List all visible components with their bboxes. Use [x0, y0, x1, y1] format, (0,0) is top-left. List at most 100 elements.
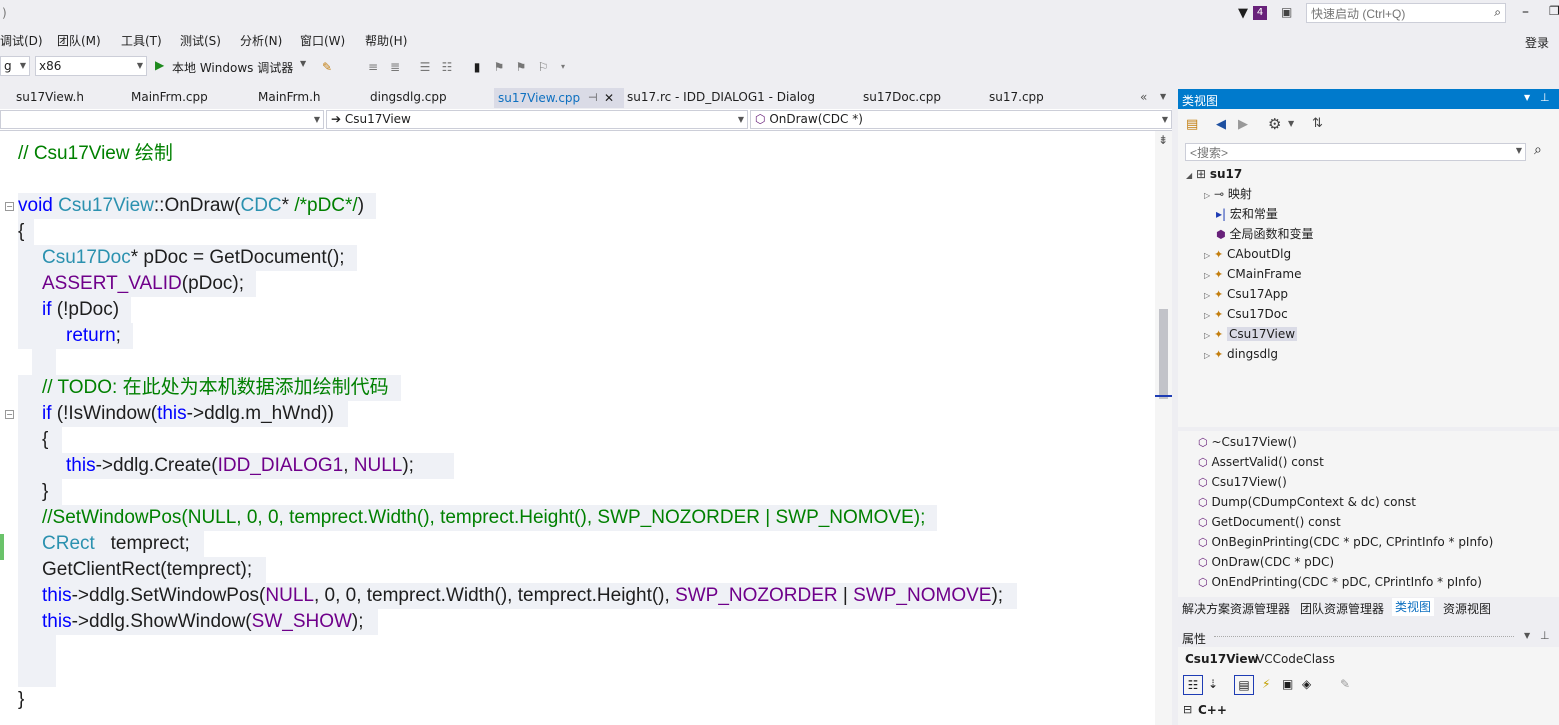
play-icon[interactable]: ▶	[155, 58, 164, 72]
tree-project-su17[interactable]: ◢ ⊞ su17	[1186, 165, 1242, 183]
uncomment-icon[interactable]: ☷	[440, 60, 454, 74]
outdent-icon[interactable]: ≣	[388, 60, 402, 74]
tab-su17-cpp[interactable]: su17.cpp	[989, 90, 1044, 104]
login-link[interactable]: 登录	[1525, 34, 1549, 51]
chevron-down-icon[interactable]: ▼	[1516, 146, 1522, 155]
menu-help[interactable]: 帮助(H)	[365, 32, 407, 49]
scope-dropdown[interactable]: ▼	[0, 110, 324, 129]
messages-icon[interactable]: ▣	[1282, 677, 1293, 691]
close-icon[interactable]: ✕	[604, 88, 614, 108]
tab-team-explorer[interactable]: 团队资源管理器	[1300, 600, 1384, 617]
new-folder-icon[interactable]: ▤	[1186, 117, 1198, 132]
chevron-down-icon[interactable]: ▼	[1524, 93, 1530, 102]
expand-icon[interactable]: ▷	[1204, 351, 1210, 360]
tree-class-dingsdlg[interactable]: ▷ ✦ dingsdlg	[1204, 345, 1278, 363]
tab-dingsdlg-cpp[interactable]: dingsdlg.cpp	[370, 90, 447, 104]
expand-icon[interactable]: ▷	[1204, 271, 1210, 280]
scrollbar-thumb[interactable]	[1159, 309, 1168, 399]
notification-flag-icon[interactable]: ▣	[1281, 5, 1292, 19]
tab-su17view-cpp[interactable]: su17View.cpp ⊣ ✕	[494, 88, 624, 108]
forward-icon[interactable]: ▶	[1238, 117, 1248, 132]
find-icon[interactable]: ✎	[320, 60, 334, 74]
tab-mainfrm-cpp[interactable]: MainFrm.cpp	[131, 90, 208, 104]
chevron-down-icon[interactable]: ▼	[300, 59, 306, 68]
tree-item-macros[interactable]: ▸| 宏和常量	[1216, 205, 1278, 223]
member-item[interactable]: ⬡ ~Csu17View()	[1198, 433, 1297, 451]
pin-icon[interactable]: ⊥	[1540, 91, 1550, 104]
menu-test[interactable]: 测试(S)	[180, 32, 221, 49]
quick-launch-box[interactable]: ⌕	[1306, 3, 1506, 23]
tab-mainfrm-h[interactable]: MainFrm.h	[258, 90, 321, 104]
notification-badge[interactable]: 4	[1253, 6, 1267, 20]
collapse-icon[interactable]: ⊟	[1183, 703, 1192, 716]
member-item[interactable]: ⬡ OnEndPrinting(CDC * pDC, CPrintInfo * …	[1198, 573, 1482, 591]
class-dropdown[interactable]: ➔ Csu17View ▼	[326, 110, 748, 129]
gear-icon[interactable]: ⚙	[1268, 115, 1281, 133]
scroll-tabs-left-icon[interactable]: «	[1140, 90, 1147, 104]
indent-icon[interactable]: ≡	[366, 60, 380, 74]
expand-icon[interactable]: ▷	[1204, 311, 1210, 320]
tab-su17doc-cpp[interactable]: su17Doc.cpp	[863, 90, 941, 104]
clear-bookmarks-icon[interactable]: ⚐	[536, 60, 550, 74]
start-debugger-button[interactable]: 本地 Windows 调试器	[172, 59, 293, 76]
tree-item-maps[interactable]: ▷ ⊸ 映射	[1204, 185, 1252, 203]
chevron-down-icon[interactable]: ▼	[1524, 631, 1530, 640]
tab-dropdown-icon[interactable]: ▼	[1160, 92, 1166, 101]
chevron-down-icon[interactable]: ▼	[1288, 119, 1294, 128]
member-dropdown[interactable]: ⬡ OnDraw(CDC *) ▼	[750, 110, 1172, 129]
filter-icon[interactable]: ▼	[1238, 6, 1248, 21]
fold-toggle-icon[interactable]: −	[5, 410, 14, 419]
tree-class-csu17doc[interactable]: ▷ ✦ Csu17Doc	[1204, 305, 1288, 323]
editor-vertical-scrollbar[interactable]: ⇟	[1155, 131, 1172, 725]
tab-resource-view[interactable]: 资源视图	[1443, 600, 1491, 617]
tree-class-caboutdlg[interactable]: ▷ ✦ CAboutDlg	[1204, 245, 1291, 263]
chevron-down-icon[interactable]: ▾	[556, 60, 570, 74]
categorized-icon[interactable]: ☷	[1183, 675, 1203, 695]
expand-icon[interactable]: ▷	[1204, 291, 1210, 300]
menu-debug[interactable]: 调试(D)	[0, 32, 43, 49]
back-icon[interactable]: ◀	[1216, 117, 1226, 132]
next-bookmark-icon[interactable]: ⚑	[514, 60, 528, 74]
config-combo[interactable]: g ▼	[0, 56, 30, 76]
menu-window[interactable]: 窗口(W)	[300, 32, 345, 49]
search-icon[interactable]: ⌕	[1494, 5, 1501, 20]
quick-launch-input[interactable]	[1309, 5, 1483, 23]
class-search-input[interactable]	[1188, 145, 1492, 161]
tab-solution-explorer[interactable]: 解决方案资源管理器	[1182, 600, 1290, 617]
bookmark-icon[interactable]: ▮	[470, 60, 484, 74]
menu-analyze[interactable]: 分析(N)	[240, 32, 282, 49]
tab-su17view-h[interactable]: su17View.h	[16, 90, 84, 104]
split-editor-icon[interactable]: ⇟	[1158, 133, 1168, 147]
comment-icon[interactable]: ☰	[418, 60, 432, 74]
tree-class-csu17app[interactable]: ▷ ✦ Csu17App	[1204, 285, 1288, 303]
property-pages-icon[interactable]: ✎	[1340, 677, 1350, 691]
tab-class-view[interactable]: 类视图	[1392, 598, 1435, 616]
minimize-icon[interactable]: –	[1522, 4, 1529, 20]
events-icon[interactable]: ⚡	[1262, 677, 1270, 691]
properties-icon[interactable]: ▤	[1234, 675, 1254, 695]
overrides-icon[interactable]: ◈	[1302, 677, 1311, 691]
tree-class-csu17view[interactable]: ▷ ✦ Csu17View	[1204, 325, 1298, 343]
tab-su17-rc-dialog[interactable]: su17.rc - IDD_DIALOG1 - Dialog	[627, 90, 815, 104]
fold-toggle-icon[interactable]: −	[5, 202, 14, 211]
code-editor[interactable]: // Csu17View 绘制 − void Csu17View::OnDraw…	[0, 131, 1155, 725]
tree-item-globals[interactable]: ⬢ 全局函数和变量	[1216, 225, 1313, 243]
menu-tools[interactable]: 工具(T)	[121, 32, 162, 49]
expand-icon[interactable]: ▷	[1204, 331, 1210, 340]
member-item[interactable]: ⬡ GetDocument() const	[1198, 513, 1341, 531]
tree-class-cmainframe[interactable]: ▷ ✦ CMainFrame	[1204, 265, 1301, 283]
prev-bookmark-icon[interactable]: ⚑	[492, 60, 506, 74]
alphabetical-icon[interactable]: ⇣	[1208, 677, 1218, 691]
pin-icon[interactable]: ⊥	[1540, 629, 1550, 642]
restore-icon[interactable]: ❐	[1549, 4, 1559, 18]
collapse-icon[interactable]: ◢	[1186, 171, 1192, 180]
platform-combo[interactable]: x86 ▼	[35, 56, 147, 76]
member-item[interactable]: ⬡ OnBeginPrinting(CDC * pDC, CPrintInfo …	[1198, 533, 1493, 551]
sync-icon[interactable]: ⇅	[1312, 116, 1323, 131]
search-icon[interactable]: ⌕	[1534, 142, 1542, 158]
member-item[interactable]: ⬡ Csu17View()	[1198, 473, 1287, 491]
class-search-box[interactable]: ▼	[1185, 143, 1526, 161]
member-item[interactable]: ⬡ Dump(CDumpContext & dc) const	[1198, 493, 1416, 511]
menu-team[interactable]: 团队(M)	[57, 32, 101, 49]
expand-icon[interactable]: ▷	[1204, 251, 1210, 260]
